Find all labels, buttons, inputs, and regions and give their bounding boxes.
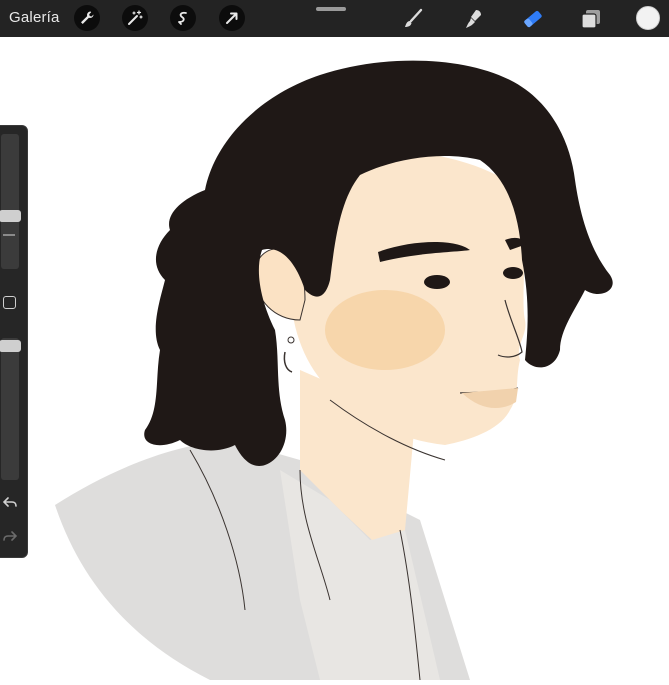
- portrait-artwork: [55, 60, 613, 681]
- brush-size-slider[interactable]: [1, 134, 19, 269]
- slider-marker: [3, 234, 15, 236]
- top-toolbar: Galería: [0, 0, 669, 37]
- gallery-button[interactable]: Galería: [9, 9, 60, 26]
- undo-button[interactable]: [1, 494, 19, 512]
- smudge-icon[interactable]: [461, 6, 487, 32]
- brush-sidebar: [0, 125, 28, 558]
- selection-icon[interactable]: [170, 5, 196, 31]
- modifier-button[interactable]: [3, 296, 16, 309]
- brush-icon[interactable]: [400, 6, 426, 32]
- drawing-canvas[interactable]: [0, 37, 669, 681]
- eye-left: [424, 275, 450, 289]
- eraser-icon[interactable]: [520, 6, 546, 32]
- color-picker-button[interactable]: [636, 6, 660, 30]
- cheek-blush: [325, 290, 445, 370]
- toolbar-drag-handle[interactable]: [316, 7, 346, 11]
- redo-button[interactable]: [1, 528, 19, 546]
- eye-right: [503, 267, 523, 279]
- brush-opacity-slider[interactable]: [1, 338, 19, 480]
- wrench-icon[interactable]: [74, 5, 100, 31]
- brush-size-thumb[interactable]: [0, 210, 21, 222]
- earring-hoop: [283, 351, 293, 373]
- layers-icon[interactable]: [578, 6, 604, 32]
- brush-opacity-thumb[interactable]: [0, 340, 21, 352]
- transform-arrow-icon[interactable]: [219, 5, 245, 31]
- earring-stud: [287, 336, 295, 344]
- magic-wand-icon[interactable]: [122, 5, 148, 31]
